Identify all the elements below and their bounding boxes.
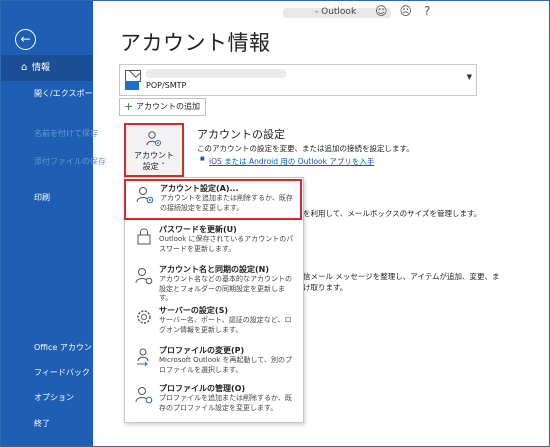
rules-text-line1: 信メール メッセージを整理し、アイテムが追加、変更、ま — [303, 272, 500, 281]
menu-item-desc: Outlook に保存されているアカウントのパスワードを更新します。 — [159, 235, 294, 253]
outlook-app-link[interactable]: iOS または Android 用の Outlook アプリを入手 — [200, 156, 374, 167]
mailbox-cleanup-text: を利用して、メールボックスのサイズを管理します。 — [303, 209, 482, 218]
menu-item-server-settings[interactable]: サーバーの設定(S) サーバー名、ポート、認証の設定など、ログオン情報を更新しま… — [125, 303, 301, 343]
account-selector[interactable]: POP/SMTP ▼ — [119, 64, 477, 96]
account-settings-icon — [136, 187, 154, 204]
sidebar-item-exit[interactable]: 終了 — [1, 411, 93, 437]
outlook-backstage-window: ← ⌂ 情報 開く/エクスポート 名前を付けて保存 添付ファイルの保存 印刷 Of… — [0, 0, 550, 447]
account-settings-description: このアカウントの設定を変更、または追加の接続を設定します。 — [197, 144, 414, 153]
sidebar-item-options[interactable]: オプション — [1, 385, 93, 411]
plus-icon: + — [124, 100, 134, 113]
sidebar-item-open-export[interactable]: 開く/エクスポート — [1, 81, 100, 107]
account-settings-title: アカウントの設定 — [197, 128, 285, 141]
account-settings-button[interactable]: アカウント 設定 ˇ — [124, 123, 184, 177]
menu-item-change-profile[interactable]: プロファイルの変更(P) Microsoft Outlook を再起動して、別の… — [125, 343, 301, 379]
menu-item-title: パスワードを更新(U) — [159, 225, 237, 234]
account-settings-label: アカウント 設定 ˇ — [134, 151, 174, 171]
account-type: POP/SMTP — [146, 81, 187, 90]
lock-icon — [137, 228, 151, 245]
menu-item-account-settings[interactable]: アカウント設定(A)... アカウントを追加または削除するか、既存の接続設定を変… — [124, 179, 302, 220]
menu-item-desc: アカウントを追加または削除するか、既存の接続設定を変更します。 — [160, 194, 293, 212]
server-gear-icon — [137, 310, 151, 324]
menu-item-account-sync[interactable]: アカウント名と同期の設定(N) アカウント名などの基本的なアカウントの設定とフォ… — [125, 262, 301, 302]
add-account-button[interactable]: + アカウントの追加 — [119, 98, 206, 116]
account-settings-icon — [146, 131, 161, 146]
menu-item-manage-profile[interactable]: プロファイルの管理(O) プロファイルを追加または削除するか、既存のプロファイル… — [125, 381, 301, 419]
page-title: アカウント情報 — [120, 31, 271, 55]
profile-change-icon — [137, 348, 149, 367]
sidebar-item-save-attachments: 添付ファイルの保存 — [34, 157, 106, 166]
help-icon[interactable]: ? — [424, 4, 442, 18]
rules-text-line2: け取ります。 — [303, 283, 348, 292]
profile-manage-icon — [135, 387, 153, 404]
smile-icon[interactable]: ☺ — [375, 4, 400, 18]
title-bar-icons: ☺☹? — [375, 4, 442, 18]
menu-item-desc: アカウント名などの基本的なアカウントの設定とフォルダーの同期設定を更新します。 — [159, 275, 292, 302]
menu-item-title: アカウント設定(A)... — [160, 184, 239, 193]
backstage-sidebar: ← ⌂ 情報 開く/エクスポート 名前を付けて保存 添付ファイルの保存 印刷 Of… — [1, 1, 106, 446]
blurred-account-email — [146, 69, 286, 78]
title-bar: Outlook ☺☹? — [93, 1, 549, 27]
menu-item-desc: Microsoft Outlook を再起動して、別のプロファイルを選択します。 — [159, 356, 293, 374]
app-title: Outlook — [315, 7, 356, 17]
sidebar-item-save-as: 名前を付けて保存 — [34, 129, 98, 138]
sidebar-item-office-account[interactable]: Office アカウント — [1, 335, 100, 361]
menu-item-update-password[interactable]: パスワードを更新(U) Outlook に保存されているアカウントのパスワードを… — [125, 222, 301, 258]
home-icon: ⌂ — [21, 62, 28, 73]
sidebar-item-info[interactable]: ⌂ 情報 — [1, 55, 93, 81]
back-arrow-icon[interactable]: ← — [15, 29, 36, 50]
menu-item-desc: サーバー名、ポート、認証の設定など、ログオン情報を更新します。 — [159, 316, 292, 334]
menu-item-title: アカウント名と同期の設定(N) — [159, 265, 270, 274]
menu-item-title: プロファイルの変更(P) — [159, 346, 245, 355]
sidebar-item-feedback[interactable]: フィードバック — [1, 360, 93, 386]
mail-icon — [125, 81, 139, 90]
menu-item-desc: プロファイルを追加または削除するか、既存のプロファイル設定を変更します。 — [159, 394, 292, 412]
frown-icon[interactable]: ☹ — [400, 4, 425, 18]
menu-item-title: プロファイルの管理(O) — [159, 384, 246, 393]
sidebar-item-print[interactable]: 印刷 — [1, 185, 93, 211]
account-settings-menu: アカウント設定(A)... アカウントを追加または削除するか、既存の接続設定を変… — [124, 177, 304, 423]
account-sync-icon — [135, 268, 153, 285]
chevron-down-icon[interactable]: ▼ — [467, 73, 472, 81]
menu-item-title: サーバーの設定(S) — [159, 306, 228, 315]
